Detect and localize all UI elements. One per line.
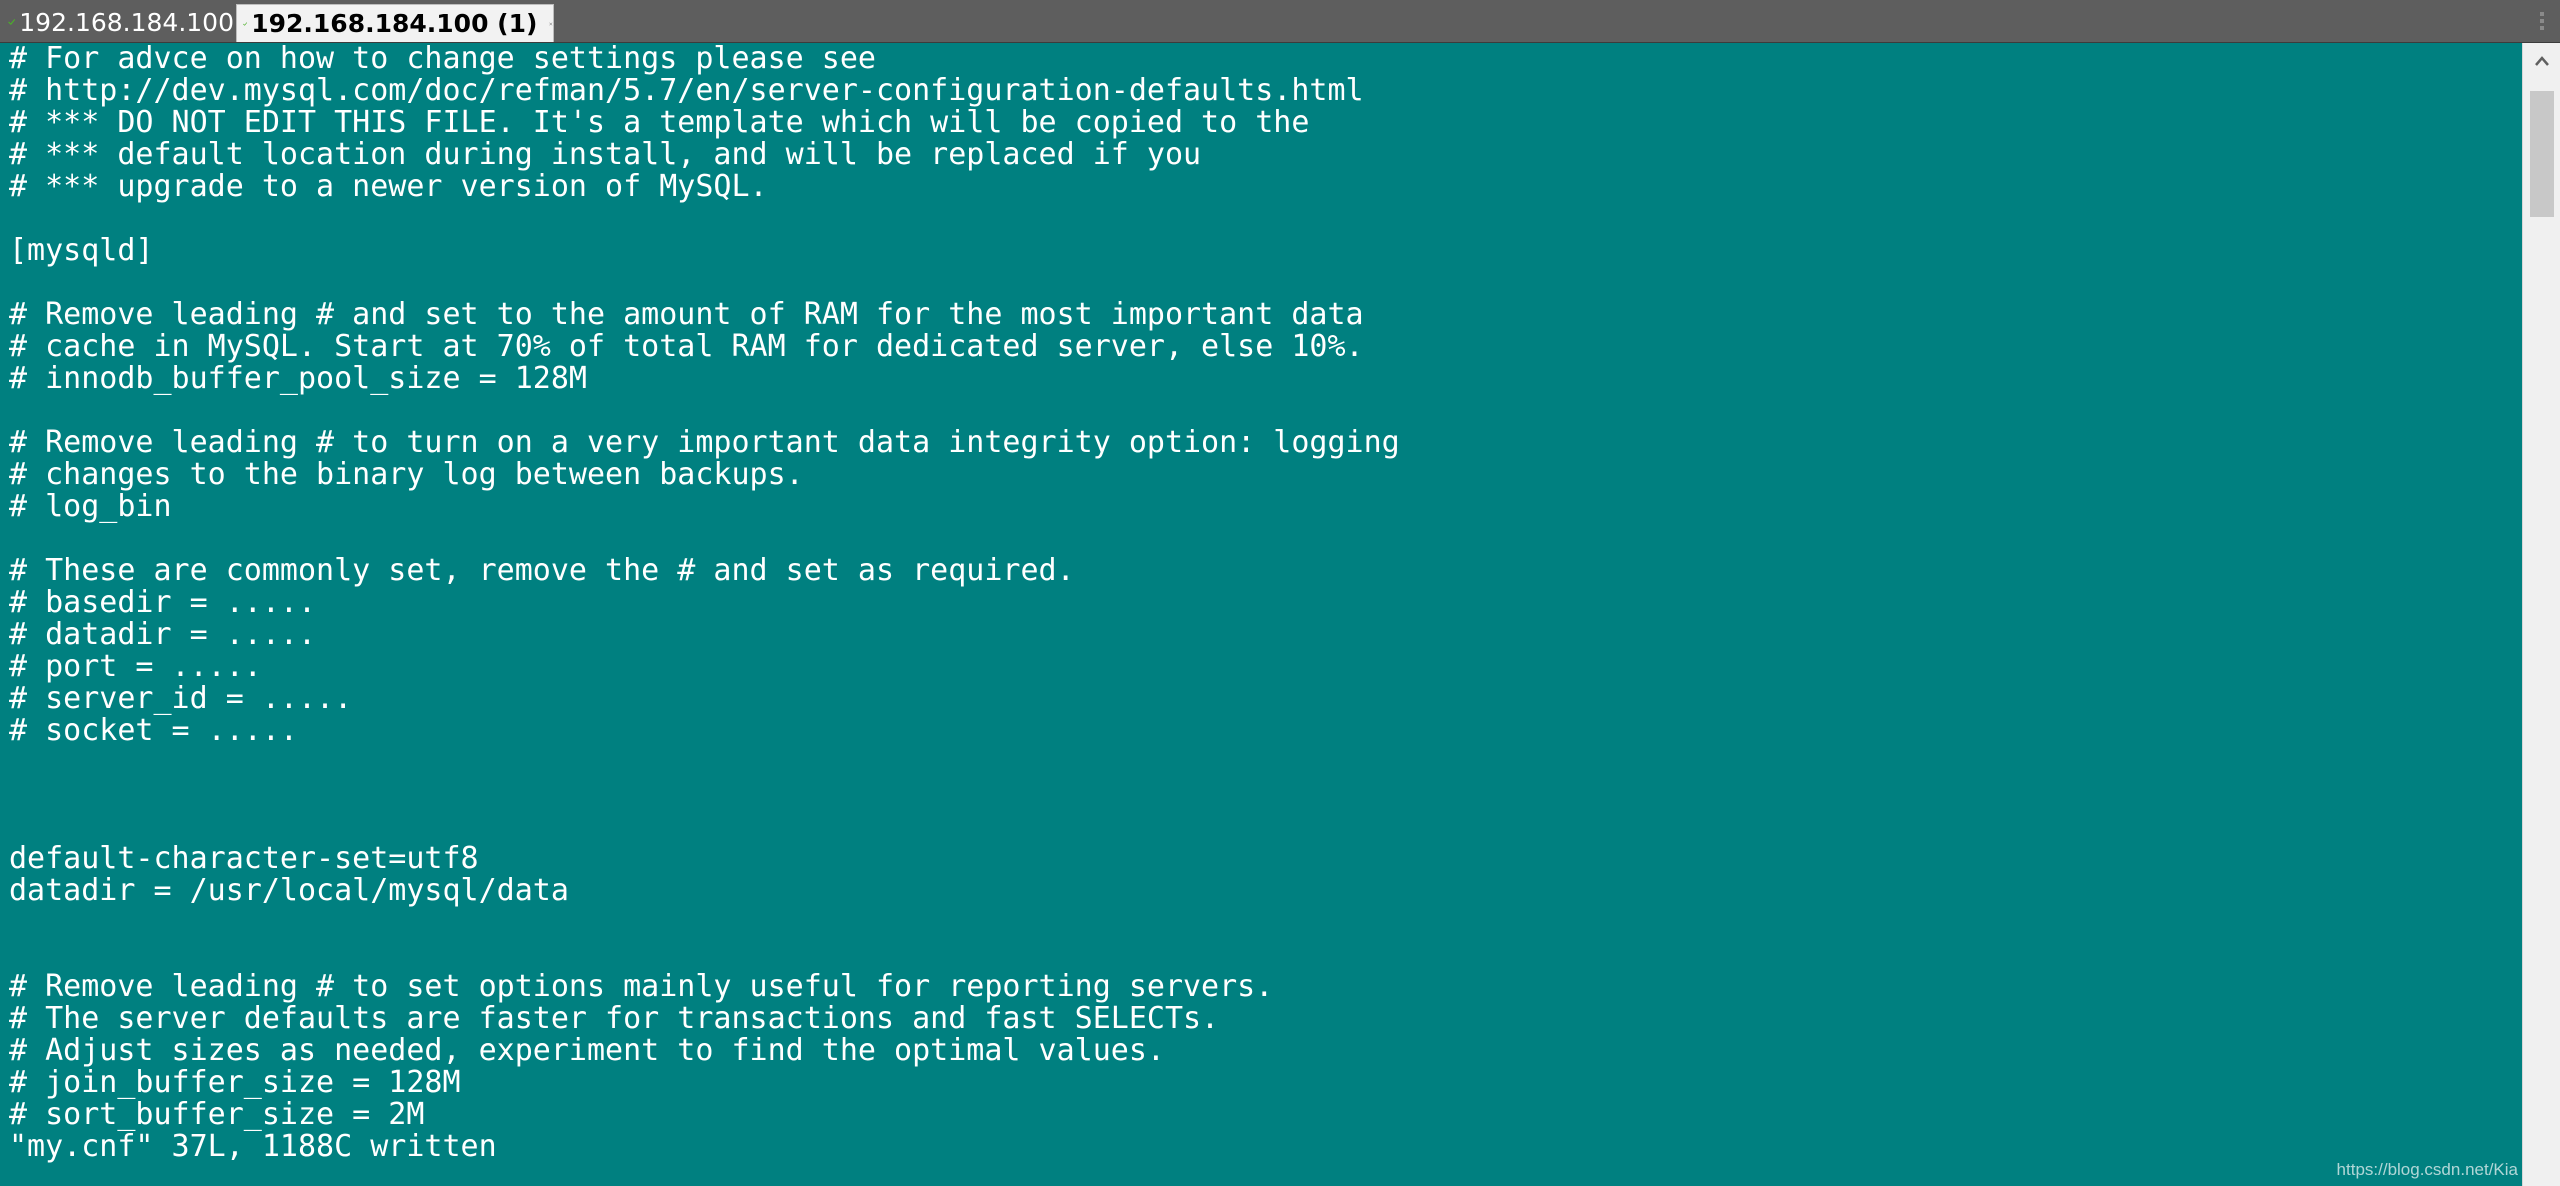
terminal-line: datadir = /usr/local/mysql/data bbox=[9, 873, 569, 908]
terminal-line: # Remove leading # to turn on a very imp… bbox=[9, 425, 1400, 460]
terminal-line: # datadir = ..... bbox=[9, 617, 317, 652]
terminal-line: # cache in MySQL. Start at 70% of total … bbox=[9, 329, 1364, 364]
terminal-line: # server_id = ..... bbox=[9, 681, 353, 716]
terminal-line: # For advce on how to change settings pl… bbox=[9, 43, 876, 76]
terminal-line: # log_bin bbox=[9, 489, 172, 524]
scroll-up-button[interactable] bbox=[2523, 43, 2560, 79]
tab-session-2-active[interactable]: 192.168.184.100 (1) bbox=[236, 4, 554, 42]
terminal-line: # join_buffer_size = 128M bbox=[9, 1065, 461, 1100]
terminal-line: # changes to the binary log between back… bbox=[9, 457, 804, 492]
terminal-line: # *** default location during install, a… bbox=[9, 137, 1202, 172]
terminal-output[interactable]: # For advce on how to change settings pl… bbox=[0, 43, 2522, 1186]
check-icon bbox=[8, 19, 16, 25]
terminal-line: # These are commonly set, remove the # a… bbox=[9, 553, 1075, 588]
terminal-line: # Remove leading # to set options mainly… bbox=[9, 969, 1274, 1004]
close-icon[interactable] bbox=[549, 13, 553, 35]
terminal-line: # Remove leading # and set to the amount… bbox=[9, 297, 1364, 332]
terminal-line: # basedir = ..... bbox=[9, 585, 317, 620]
tab-label: 192.168.184.100 bbox=[19, 7, 234, 37]
vertical-scrollbar[interactable] bbox=[2522, 43, 2560, 1186]
watermark-text: https://blog.csdn.net/Kia bbox=[2336, 1160, 2518, 1179]
chevron-up-icon bbox=[2534, 56, 2549, 66]
tab-bar: 192.168.184.100 192.168.184.100 (1) bbox=[0, 0, 2560, 43]
terminal-line: default-character-set=utf8 bbox=[9, 841, 479, 876]
terminal-line: # *** DO NOT EDIT THIS FILE. It's a temp… bbox=[9, 105, 1310, 140]
tab-menu-icon[interactable] bbox=[2534, 10, 2550, 32]
terminal-line: # Adjust sizes as needed, experiment to … bbox=[9, 1033, 1165, 1068]
terminal-line: # The server defaults are faster for tra… bbox=[9, 1001, 1220, 1036]
terminal-line: # sort_buffer_size = 2M bbox=[9, 1097, 425, 1132]
terminal-line: # socket = ..... bbox=[9, 713, 298, 748]
check-icon bbox=[243, 21, 248, 26]
tab-label: 192.168.184.100 (1) bbox=[251, 9, 538, 38]
terminal-line: # http://dev.mysql.com/doc/refman/5.7/en… bbox=[9, 73, 1364, 108]
terminal-status-line: "my.cnf" 37L, 1188C written bbox=[9, 1129, 497, 1164]
terminal-line: # port = ..... bbox=[9, 649, 262, 684]
terminal-line: # innodb_buffer_pool_size = 128M bbox=[9, 361, 587, 396]
scrollbar-thumb[interactable] bbox=[2530, 91, 2554, 217]
tab-session-1[interactable]: 192.168.184.100 bbox=[2, 4, 234, 40]
terminal-line: [mysqld] bbox=[9, 233, 154, 268]
terminal-line: # *** upgrade to a newer version of MySQ… bbox=[9, 169, 768, 204]
terminal-lines: # For advce on how to change settings pl… bbox=[9, 43, 2522, 1131]
